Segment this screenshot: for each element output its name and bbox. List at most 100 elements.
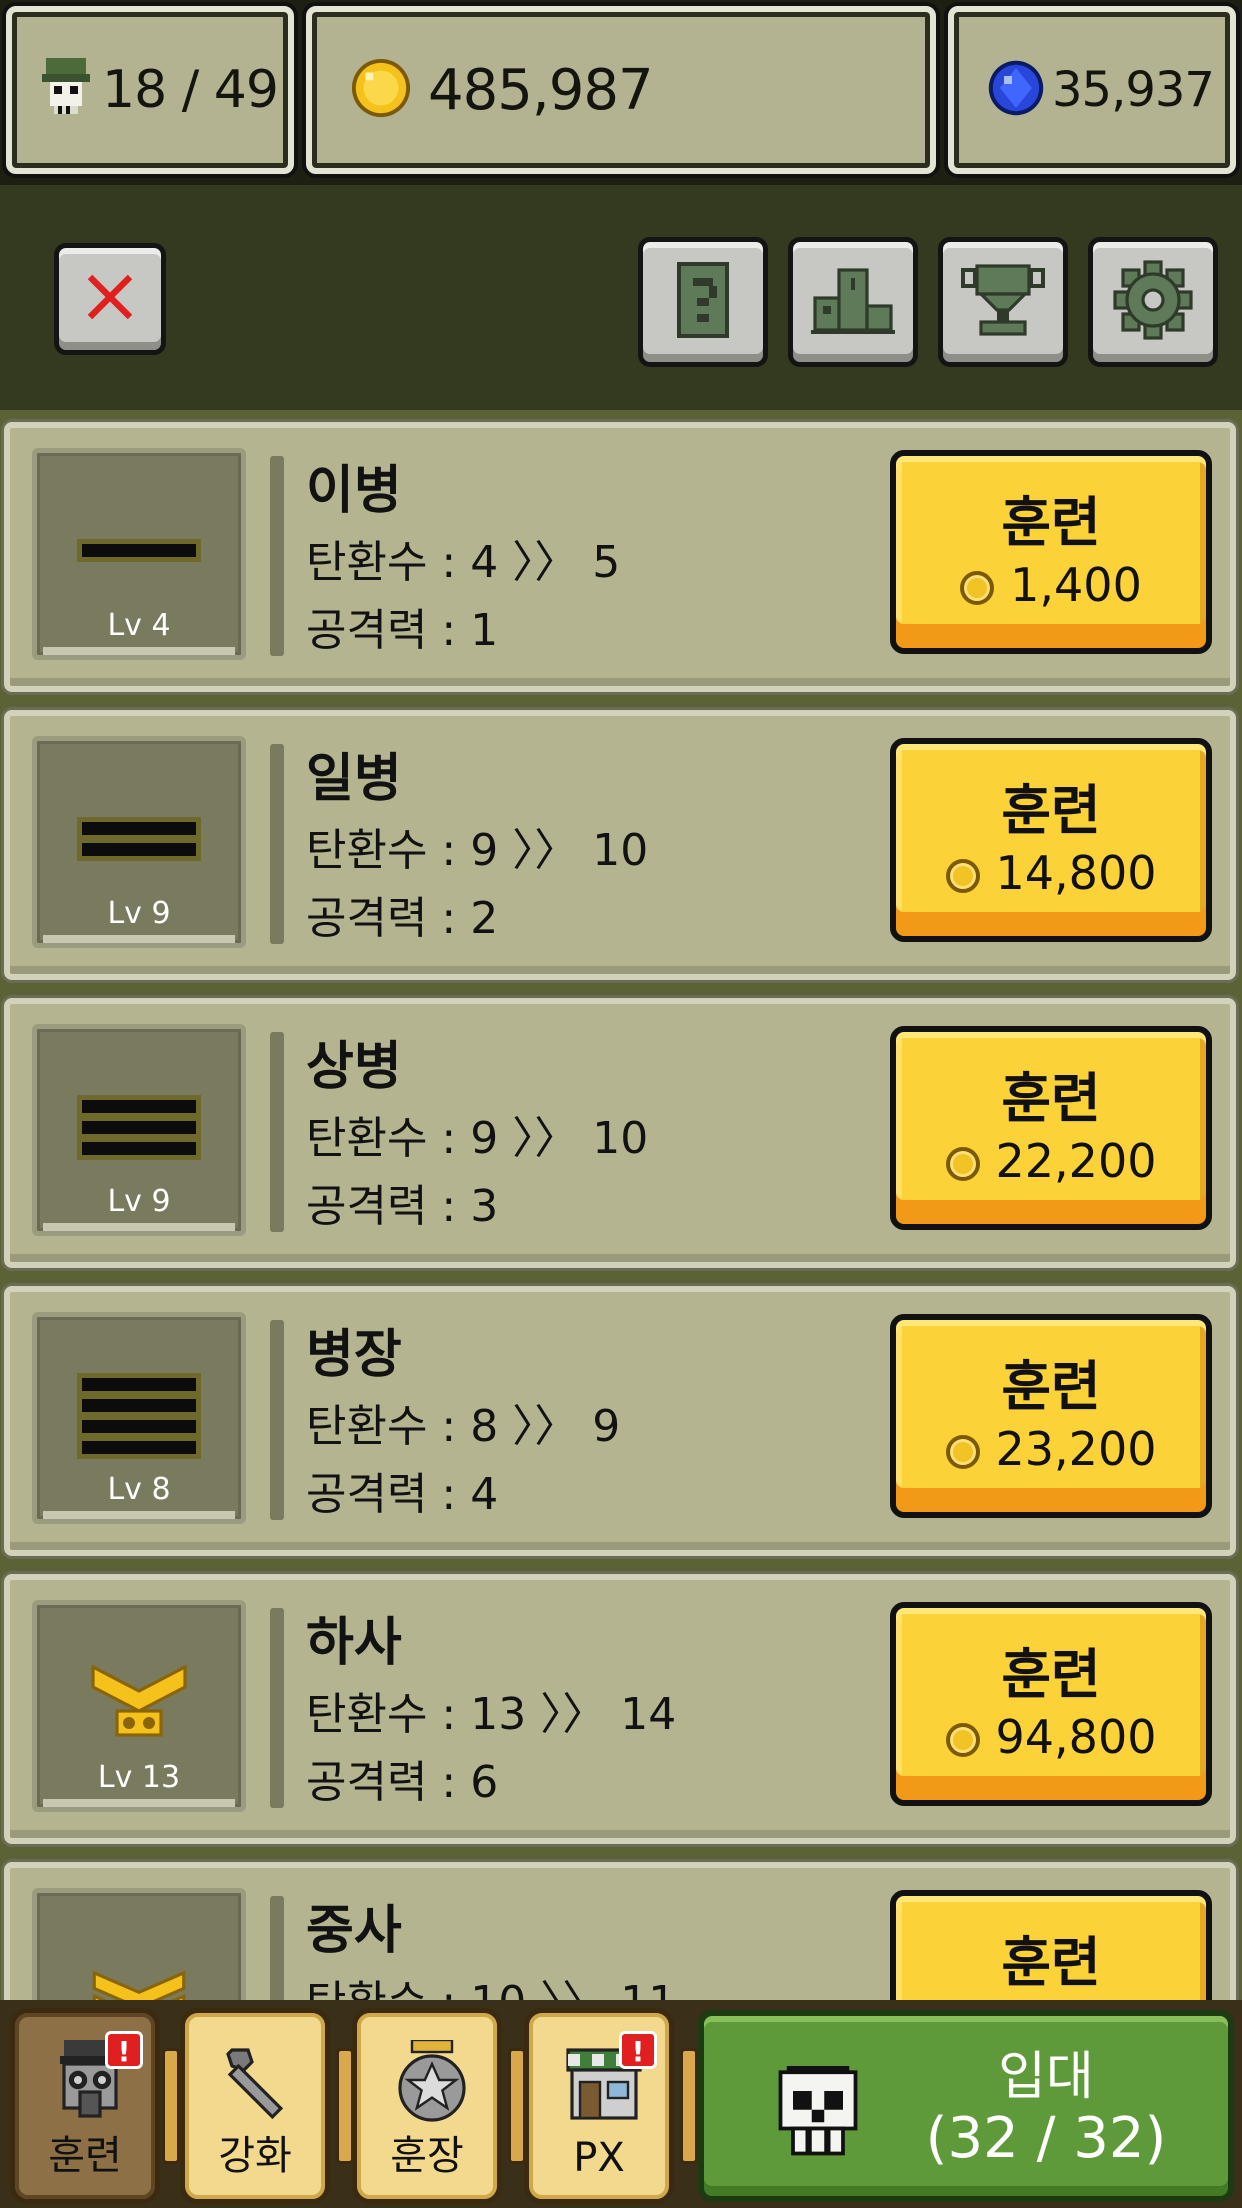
rank-ammo-stat: 탄환수 : 4 〉〉 5 [306,537,621,588]
alert-badge: ! [619,2031,657,2069]
rank-row: Lv 9 상병 탄환수 : 9 〉〉 10 공격력 : 3 훈련 22,200 [4,998,1236,1268]
tab-upgrade[interactable]: 강화 [180,2008,330,2204]
train-cost: 1,400 [1010,558,1142,612]
rank-insignia-double-chevron-icon [89,1969,189,2000]
gold-coin-icon [945,1435,980,1469]
train-cost: 23,200 [995,1422,1157,1476]
gem-amount: 35,937 [1052,62,1215,118]
medal-star-icon [392,2037,472,2127]
enlist-button[interactable]: 입대 (32 / 32) [698,2010,1234,2202]
rank-insignia-badge: Lv 8 [32,1312,246,1524]
rank-attack-stat: 공격력 : 4 [306,1469,499,1520]
rank-name: 중사 [306,1901,402,1961]
rank-insignia-chevron-icon [89,1663,189,1747]
rank-ammo-stat: 탄환수 : 10 〉〉 11 [306,1966,676,2000]
tab-px-shop[interactable]: ! PX [524,2008,674,2204]
rank-list[interactable]: Lv 4 이병 탄환수 : 4 〉〉 5 공격력 : 1 훈련 1,400 Lv… [0,410,1242,2000]
rank-row: Lv 13 하사 탄환수 : 13 〉〉 14 공격력 : 6 훈련 94,80… [4,1574,1236,1844]
train-button-label: 훈련 [1001,1643,1101,1706]
ranking-button[interactable] [788,237,918,367]
gold-amount: 485,987 [428,57,654,123]
gold-coin-icon [960,571,995,605]
rank-row: Lv 4 이병 탄환수 : 4 〉〉 5 공격력 : 1 훈련 1,400 [4,422,1236,692]
rank-attack-stat: 공격력 : 2 [306,893,499,944]
alert-badge: ! [105,2031,143,2069]
close-x-icon [82,269,138,329]
rank-level: Lv 9 [107,1184,171,1219]
soldier-count: 18 / 49 [102,60,279,120]
rank-insignia-badge: Lv 13 [32,1600,246,1812]
rank-row: Lv 9 일병 탄환수 : 9 〉〉 10 공격력 : 2 훈련 14,800 [4,710,1236,980]
rank-insignia-4-stripes-icon [77,1373,201,1459]
rank-level: Lv 8 [107,1472,171,1507]
rank-level: Lv 9 [107,896,171,931]
bottom-nav: ! 훈련 강화 훈장 ! PX 입대 (32 / 32) [0,2000,1242,2208]
rank-ammo-stat: 탄환수 : 9 〉〉 10 [306,825,649,876]
train-button-label: 훈련 [1001,1931,1101,1994]
rank-ammo-stat: 탄환수 : 8 〉〉 9 [306,1401,621,1452]
tab-label: 훈련 [48,2133,122,2179]
close-button[interactable] [54,243,166,355]
rank-name: 하사 [306,1613,402,1673]
rank-row: Lv 8 병장 탄환수 : 8 〉〉 9 공격력 : 4 훈련 23,200 [4,1286,1236,1556]
rank-name: 상병 [306,1037,402,1097]
wrench-icon [220,2037,300,2127]
tab-training[interactable]: ! 훈련 [10,2008,160,2204]
rank-name: 이병 [306,461,402,521]
trophy-icon [961,262,1045,342]
train-button-label: 훈련 [1001,779,1101,842]
gear-icon [1113,260,1193,344]
resource-bar: 18 / 49 485,987 35,937 [0,0,1242,185]
train-cost: 14,800 [995,846,1157,900]
gold-coin-icon [945,1723,980,1757]
blue-gem-icon [988,60,1044,120]
gold-coin-icon [350,57,412,123]
train-button-label: 훈련 [1001,1355,1101,1418]
rank-insignia-badge [32,1888,246,2000]
gem-panel: 35,937 [948,6,1236,174]
rank-name: 병장 [306,1325,402,1385]
train-button[interactable]: 훈련 94,800 [890,1602,1212,1806]
tab-label: PX [573,2135,625,2181]
rank-insignia-2-stripes-icon [77,817,201,861]
train-button-label: 훈련 [1001,1067,1101,1130]
train-button[interactable]: 훈련 14,800 [890,738,1212,942]
help-book-icon [673,262,733,342]
rank-level: Lv 13 [97,1760,181,1795]
settings-button[interactable] [1088,237,1218,367]
train-button-label: 훈련 [1001,491,1101,554]
gold-panel: 485,987 [306,6,936,174]
soldier-count-panel: 18 / 49 [6,6,294,174]
ranking-icon [811,266,895,338]
rank-insignia-badge: Lv 9 [32,1024,246,1236]
train-button[interactable]: 훈련 22,200 [890,1026,1212,1230]
train-cost: 94,800 [995,1710,1157,1764]
rank-insignia-badge: Lv 4 [32,448,246,660]
skull-icon [774,2066,862,2170]
trophy-button[interactable] [938,237,1068,367]
train-button[interactable]: 훈련 1,400 [890,450,1212,654]
rank-ammo-stat: 탄환수 : 13 〉〉 14 [306,1689,677,1740]
tab-medals[interactable]: 훈장 [352,2008,502,2204]
rank-row: 중사 탄환수 : 10 〉〉 11 훈련 [4,1862,1236,2000]
train-cost: 22,200 [995,1134,1157,1188]
rank-insignia-3-stripes-icon [77,1095,201,1160]
tab-label: 훈장 [390,2133,464,2179]
gold-coin-icon [945,859,980,893]
rank-attack-stat: 공격력 : 3 [306,1181,499,1232]
rank-attack-stat: 공격력 : 1 [306,605,499,656]
rank-level: Lv 4 [107,608,171,643]
gold-coin-icon [945,1147,980,1181]
rank-insignia-badge: Lv 9 [32,736,246,948]
rank-attack-stat: 공격력 : 6 [306,1757,499,1808]
train-button[interactable]: 훈련 23,200 [890,1314,1212,1518]
soldier-helmet-icon [38,58,94,122]
help-book-button[interactable] [638,237,768,367]
enlist-label: 입대 [998,2047,1094,2107]
rank-name: 일병 [306,749,402,809]
enlist-count: (32 / 32) [925,2106,1167,2171]
train-button[interactable]: 훈련 [890,1890,1212,2000]
rank-ammo-stat: 탄환수 : 9 〉〉 10 [306,1113,649,1164]
rank-insignia-1-stripe-icon [77,539,201,562]
tab-label: 강화 [218,2133,292,2179]
